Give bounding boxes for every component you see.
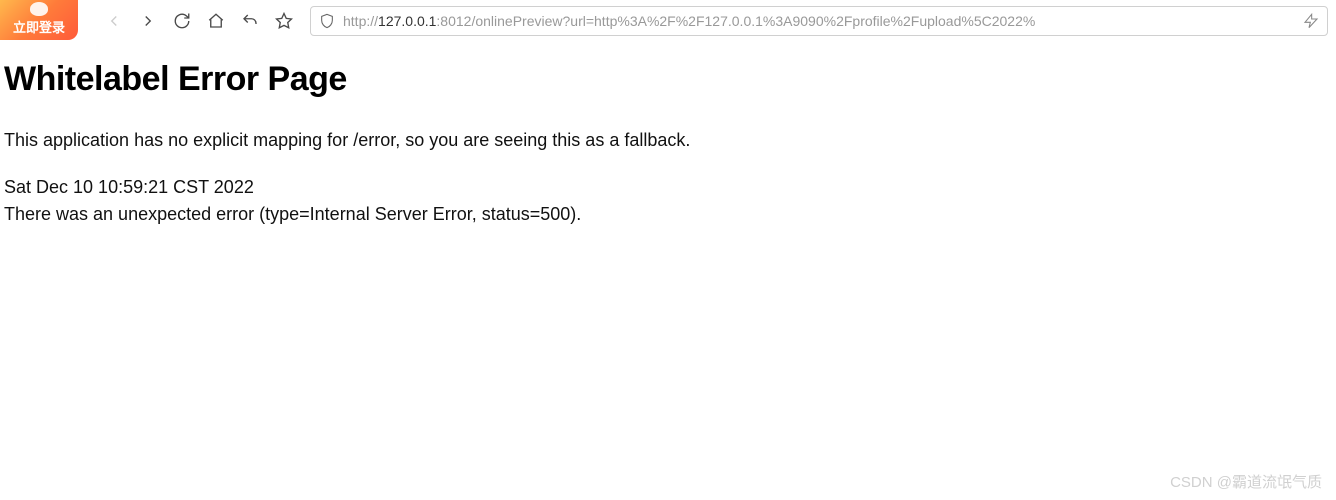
undo-button[interactable] xyxy=(236,7,264,35)
lightning-icon xyxy=(1303,13,1319,29)
watermark: CSDN @霸道流氓气质 xyxy=(1170,471,1322,492)
url-host: 127.0.0.1 xyxy=(378,13,436,29)
error-detail: There was an unexpected error (type=Inte… xyxy=(4,201,1332,228)
login-badge-label: 立即登录 xyxy=(13,17,65,36)
home-icon xyxy=(207,12,225,30)
forward-button[interactable] xyxy=(134,7,162,35)
star-icon xyxy=(275,12,293,30)
home-button[interactable] xyxy=(202,7,230,35)
favorite-button[interactable] xyxy=(270,7,298,35)
page-content: Whitelabel Error Page This application h… xyxy=(0,42,1336,228)
url-text: http://127.0.0.1:8012/onlinePreview?url=… xyxy=(343,13,1295,29)
url-path: :8012/onlinePreview?url=http%3A%2F%2F127… xyxy=(436,13,1035,29)
shield-icon xyxy=(319,13,335,29)
chevron-right-icon xyxy=(139,12,157,30)
chevron-left-icon xyxy=(105,12,123,30)
error-timestamp: Sat Dec 10 10:59:21 CST 2022 xyxy=(4,174,1332,201)
reload-icon xyxy=(173,12,191,30)
error-intro: This application has no explicit mapping… xyxy=(4,127,1332,154)
undo-icon xyxy=(241,12,259,30)
browser-toolbar: 立即登录 http://127.0.0.1:8012/onlinePreview… xyxy=(0,0,1336,42)
page-title: Whitelabel Error Page xyxy=(4,60,1332,99)
lightning-button[interactable] xyxy=(1303,13,1319,29)
back-button[interactable] xyxy=(100,7,128,35)
reload-button[interactable] xyxy=(168,7,196,35)
url-protocol: http:// xyxy=(343,13,378,29)
login-badge[interactable]: 立即登录 xyxy=(0,0,78,40)
address-bar[interactable]: http://127.0.0.1:8012/onlinePreview?url=… xyxy=(310,6,1328,36)
